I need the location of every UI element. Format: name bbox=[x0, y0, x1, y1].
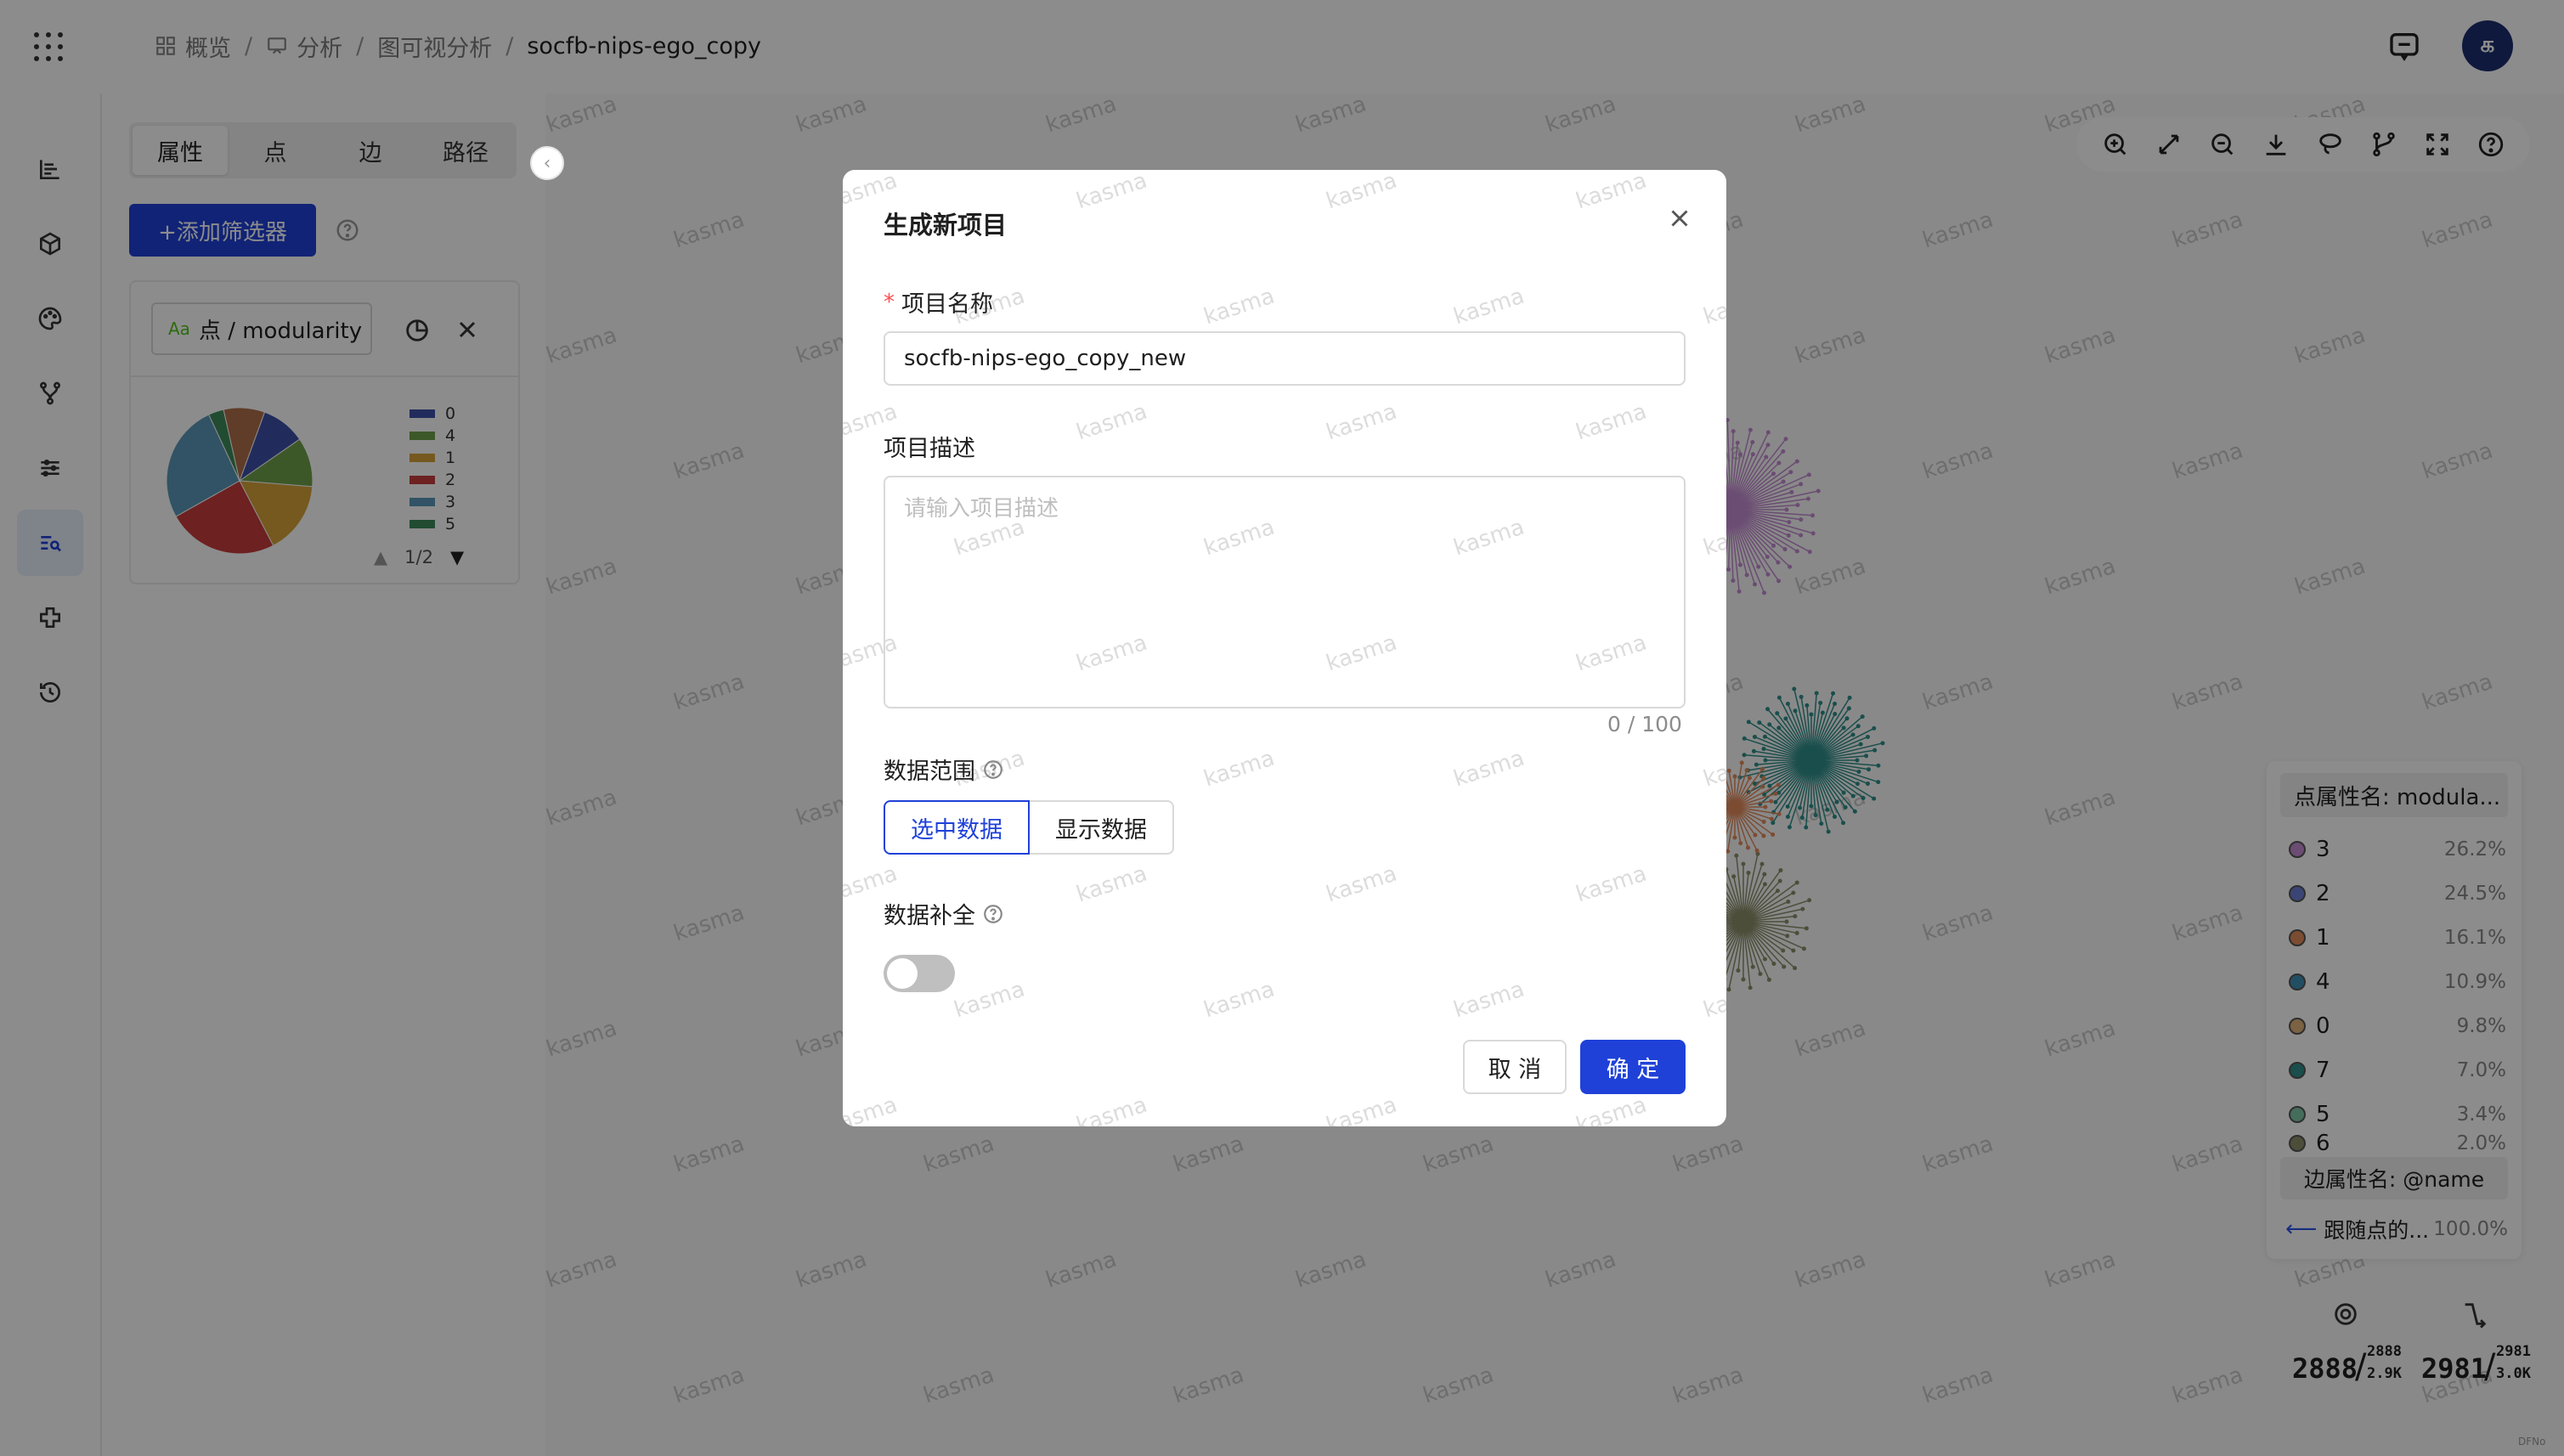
watermark: kasma bbox=[1450, 745, 1528, 793]
watermark: kasma bbox=[1073, 861, 1150, 908]
watermark: kasma bbox=[1323, 1092, 1400, 1126]
watermark: kasma bbox=[1073, 170, 1150, 215]
modal-title: 生成新项目 bbox=[884, 211, 1008, 240]
desc-char-counter: 0 / 100 bbox=[1607, 712, 1682, 736]
watermark: kasma bbox=[1700, 283, 1726, 330]
collapse-panel-button[interactable]: ‹ bbox=[530, 146, 564, 180]
data-complete-toggle[interactable] bbox=[884, 955, 955, 992]
watermark: kasma bbox=[1200, 745, 1278, 793]
project-name-label-row: * 项目名称 bbox=[884, 285, 993, 319]
watermark: kasma bbox=[1450, 283, 1528, 330]
watermark: kasma bbox=[1200, 283, 1278, 330]
project-name-input[interactable]: socfb-nips-ego_copy_new bbox=[884, 331, 1686, 386]
watermark: kasma bbox=[1200, 976, 1278, 1024]
watermark: kasma bbox=[1573, 861, 1650, 908]
watermark: kasma bbox=[1073, 398, 1150, 446]
data-range-label-row: 数据范围 bbox=[884, 753, 1004, 786]
project-desc-label: 项目描述 bbox=[884, 436, 975, 462]
cancel-button[interactable]: 取 消 bbox=[1463, 1040, 1567, 1094]
data-complete-label: 数据补全 bbox=[884, 903, 975, 929]
watermark: kasma bbox=[1450, 976, 1528, 1024]
watermark: kasma bbox=[1700, 976, 1726, 1024]
data-complete-label-row: 数据补全 bbox=[884, 897, 1004, 930]
help-icon[interactable] bbox=[982, 759, 1004, 781]
watermark: kasma bbox=[1573, 170, 1650, 215]
watermark: kasma bbox=[843, 1092, 901, 1126]
watermark: kasma bbox=[1323, 170, 1400, 215]
watermark: kasma bbox=[1323, 861, 1400, 908]
data-range-segmented: 选中数据 显示数据 bbox=[884, 800, 1174, 855]
project-desc-textarea[interactable]: 请输入项目描述 bbox=[884, 476, 1686, 708]
close-icon[interactable] bbox=[1665, 204, 1694, 233]
create-project-modal: kasma kasma kasma kasma kasma kasma kasma kasma… bbox=[843, 170, 1726, 1126]
confirm-button[interactable]: 确 定 bbox=[1580, 1040, 1686, 1094]
watermark: kasma bbox=[1700, 514, 1726, 562]
toggle-knob bbox=[887, 958, 918, 989]
data-range-label: 数据范围 bbox=[884, 759, 975, 785]
watermark: kasma bbox=[1700, 745, 1726, 793]
watermark: kasma bbox=[1573, 398, 1650, 446]
watermark: kasma bbox=[1573, 1092, 1650, 1126]
range-option-selected[interactable]: 选中数据 bbox=[884, 800, 1030, 855]
watermark: kasma bbox=[951, 976, 1028, 1024]
watermark: kasma bbox=[1073, 1092, 1150, 1126]
help-icon[interactable] bbox=[982, 903, 1004, 925]
project-name-label: 项目名称 bbox=[901, 291, 993, 318]
range-option-visible[interactable]: 显示数据 bbox=[1030, 800, 1174, 855]
required-mark: * bbox=[884, 289, 895, 315]
watermark: kasma bbox=[1323, 398, 1400, 446]
